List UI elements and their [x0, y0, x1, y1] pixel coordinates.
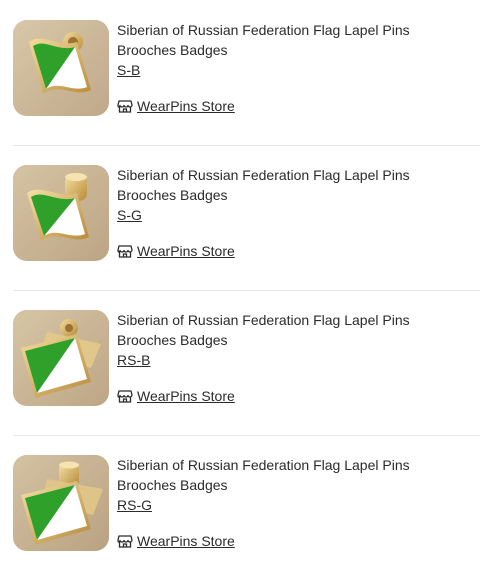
product-image[interactable]: [13, 20, 109, 116]
product-image[interactable]: [13, 310, 109, 406]
rectangle-flag-pin-icon: [13, 310, 109, 406]
list-item: Siberian of Russian Federation Flag Lape…: [0, 145, 480, 290]
product-list: Siberian of Russian Federation Flag Lape…: [0, 0, 480, 580]
product-title[interactable]: Siberian of Russian Federation Flag Lape…: [117, 165, 472, 205]
variant-link[interactable]: RS-G: [117, 495, 152, 515]
store-link[interactable]: WearPins Store: [117, 531, 235, 551]
store-link[interactable]: WearPins Store: [117, 241, 235, 261]
variant-link[interactable]: S-G: [117, 205, 142, 225]
store-icon: [117, 388, 133, 404]
store-link[interactable]: WearPins Store: [117, 386, 235, 406]
list-item: Siberian of Russian Federation Flag Lape…: [0, 0, 480, 145]
variant-link[interactable]: RS-B: [117, 350, 150, 370]
waving-flag-pin-icon: [13, 165, 109, 261]
rectangle-flag-pin-icon: [13, 455, 109, 551]
store-name: WearPins Store: [137, 243, 235, 259]
product-image[interactable]: [13, 455, 109, 551]
variant-link[interactable]: S-B: [117, 60, 140, 80]
store-link[interactable]: WearPins Store: [117, 96, 235, 116]
store-name: WearPins Store: [137, 98, 235, 114]
store-icon: [117, 98, 133, 114]
store-name: WearPins Store: [137, 388, 235, 404]
waving-flag-pin-icon: [13, 20, 109, 116]
list-item: Siberian of Russian Federation Flag Lape…: [0, 290, 480, 435]
product-title[interactable]: Siberian of Russian Federation Flag Lape…: [117, 310, 472, 350]
list-item: Siberian of Russian Federation Flag Lape…: [0, 435, 480, 580]
store-icon: [117, 243, 133, 259]
product-image[interactable]: [13, 165, 109, 261]
product-title[interactable]: Siberian of Russian Federation Flag Lape…: [117, 455, 472, 495]
store-name: WearPins Store: [137, 533, 235, 549]
store-icon: [117, 533, 133, 549]
product-title[interactable]: Siberian of Russian Federation Flag Lape…: [117, 20, 472, 60]
